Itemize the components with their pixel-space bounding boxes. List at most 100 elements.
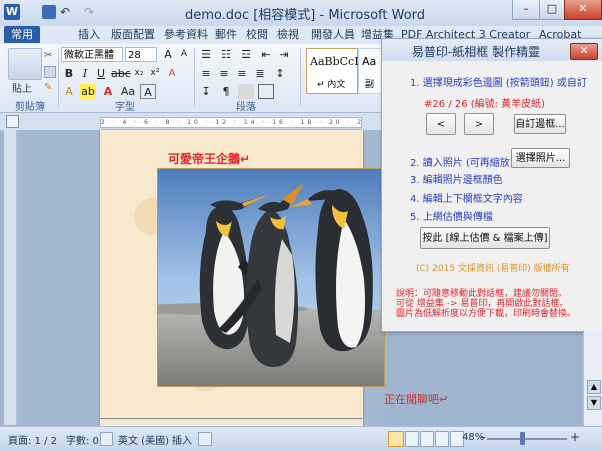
maximize-button[interactable]: □ (539, 0, 565, 20)
style-subtitle-sample: Aa (362, 55, 377, 68)
style-normal[interactable]: AaBbCcI ↵ 內文 (306, 48, 359, 94)
upload-quote-button[interactable]: 按此 [線上估價 & 檔案上傳] (420, 227, 550, 249)
align-right-icon[interactable]: ≡ (234, 66, 250, 81)
bold-icon[interactable]: B (61, 66, 77, 81)
dialog-title-bar[interactable]: 易普印-紙相框 製作精靈 ✕ (382, 39, 602, 61)
paste-icon[interactable] (8, 48, 42, 80)
strikethrough-icon[interactable]: abc (111, 66, 131, 81)
clear-format-icon[interactable]: A (164, 66, 180, 81)
tab-review[interactable]: 校閱 (240, 26, 274, 44)
underline-icon[interactable]: U (93, 66, 109, 81)
close-button[interactable]: ✕ (564, 0, 602, 20)
superscript-icon[interactable]: x² (147, 66, 163, 81)
text-effects-icon[interactable]: A (61, 84, 77, 99)
bullets-icon[interactable]: ☰ (198, 47, 214, 62)
step1-text: 1. 選擇現成彩色邊圖 (按箭頭鈕) 或自訂 (410, 78, 587, 89)
tab-home[interactable]: 常用 (4, 26, 40, 43)
undo-icon[interactable]: ↶ (60, 5, 74, 19)
tab-selector-icon[interactable] (6, 115, 19, 128)
decrease-indent-icon[interactable]: ⇤ (258, 47, 274, 62)
shrink-font-icon[interactable]: A (176, 47, 192, 62)
penguin-photo[interactable] (157, 168, 385, 387)
zoom-in-button[interactable]: + (570, 430, 580, 444)
paste-button[interactable]: 貼上 (12, 80, 32, 95)
step3-text: 3. 編輯照片邊框顏色 (410, 175, 503, 186)
print-layout-view-icon[interactable] (388, 431, 404, 447)
font-color-icon[interactable]: A (100, 84, 116, 99)
next-frame-button[interactable]: > (464, 113, 494, 135)
select-photo-button[interactable]: 選擇照片... (511, 148, 570, 168)
next-page-edge (100, 419, 363, 426)
window-title: demo.doc [相容模式] - Microsoft Word (184, 8, 426, 23)
increase-indent-icon[interactable]: ⇥ (276, 47, 292, 62)
group-label-clipboard: 剪貼簿 (15, 102, 45, 113)
tab-references[interactable]: 參考資料 (158, 26, 214, 44)
frame-info: #26 / 26 (編號: 黃羊皮紙) (424, 99, 546, 110)
sort-icon[interactable]: ↧ (198, 84, 214, 99)
align-left-icon[interactable]: ≡ (198, 66, 214, 81)
step4-text: 4. 編輯上下欄框文字內容 (410, 194, 523, 205)
language-status[interactable]: 英文 (美國) (118, 432, 169, 447)
tab-insert[interactable]: 插入 (72, 26, 106, 44)
cut-icon[interactable]: ✂ (44, 50, 54, 61)
step2-text: 2. 讀入照片 (可再縮放) (410, 158, 514, 169)
copy-icon[interactable] (44, 66, 56, 78)
penguins-image (158, 169, 384, 386)
justify-icon[interactable]: ≣ (252, 66, 268, 81)
subscript-icon[interactable]: x₂ (131, 66, 147, 81)
insert-mode[interactable]: 插入 (172, 432, 192, 447)
prev-frame-button[interactable]: < (426, 113, 456, 135)
copyright-text: (C) 2015 文採資訊 (易普印) 版權所有 (416, 264, 570, 274)
scroll-up-icon[interactable]: ▲ (587, 380, 601, 394)
custom-frame-button[interactable]: 自訂邊框... (514, 114, 566, 134)
zoom-slider-track[interactable] (487, 438, 567, 440)
status-bar: 頁面: 1 / 2 字數: 0 英文 (美國) 插入 48% – + (0, 426, 602, 451)
zoom-out-button[interactable]: – (480, 430, 486, 444)
group-label-paragraph: 段落 (236, 102, 256, 113)
dialog-close-button[interactable]: ✕ (570, 43, 598, 60)
tab-page-layout[interactable]: 版面配置 (105, 26, 161, 44)
fullscreen-reading-icon[interactable] (405, 431, 419, 447)
outline-view-icon[interactable] (435, 431, 449, 447)
char-border-icon[interactable]: A (140, 84, 156, 99)
align-center-icon[interactable]: ≡ (216, 66, 232, 81)
horizontal-ruler[interactable]: 2 · 4 · 6 · 8 · 10 · 12 · 14 · 16 · 18 ·… (0, 113, 383, 131)
ribbon-separator (300, 48, 301, 106)
style-normal-label: ↵ 內文 (317, 80, 346, 90)
tab-mailings[interactable]: 郵件 (209, 26, 243, 44)
scroll-down-icon[interactable]: ▼ (587, 396, 601, 410)
style-subtitle-label: 副 (365, 80, 375, 90)
borders-icon[interactable] (258, 84, 274, 99)
note-line-3: 圖片為低解析度以方便下載，印刷時會替換。 (396, 309, 577, 319)
highlight-icon[interactable]: ab (80, 84, 96, 99)
shading-icon[interactable] (238, 84, 254, 99)
numbering-icon[interactable]: ☷ (218, 47, 234, 62)
frame-wizard-dialog[interactable]: 易普印-紙相框 製作精靈 ✕ 1. 選擇現成彩色邊圖 (按箭頭鈕) 或自訂 #2… (381, 38, 602, 332)
proofing-icon[interactable] (100, 432, 113, 446)
step5-text: 5. 上網估價與傳檔 (410, 212, 493, 223)
page-title[interactable]: 可愛帝王企鵝↵ (168, 150, 250, 167)
tab-developer[interactable]: 開發人員 (305, 26, 361, 44)
font-size-combo[interactable]: 28 (125, 47, 157, 62)
save-icon[interactable] (42, 5, 56, 19)
web-layout-icon[interactable] (420, 431, 434, 447)
minimize-button[interactable]: – (512, 0, 540, 20)
font-name-combo[interactable]: 微軟正黑體 (61, 47, 123, 62)
word-count[interactable]: 字數: 0 (66, 432, 99, 447)
italic-icon[interactable]: I (77, 66, 93, 81)
line-spacing-icon[interactable]: ↕ (272, 66, 288, 81)
vertical-scrollbar[interactable]: ▲ ▼ (583, 330, 602, 426)
zoom-slider-thumb[interactable] (520, 432, 525, 445)
show-marks-icon[interactable]: ¶ (218, 84, 234, 99)
word-app-icon[interactable]: W (4, 4, 20, 20)
grow-font-icon[interactable]: A (160, 47, 176, 62)
page-count[interactable]: 頁面: 1 / 2 (8, 432, 57, 447)
macro-record-icon[interactable] (198, 432, 212, 446)
change-case-icon[interactable]: Aa (120, 84, 136, 99)
tab-view[interactable]: 檢視 (271, 26, 305, 44)
format-painter-icon[interactable]: ✎ (44, 82, 54, 93)
photo-caption[interactable]: 正在閒聊吧↵ (384, 391, 448, 407)
vertical-ruler[interactable] (4, 130, 17, 425)
redo-icon[interactable]: ↷ (84, 5, 98, 19)
multilevel-list-icon[interactable]: ☲ (238, 47, 254, 62)
